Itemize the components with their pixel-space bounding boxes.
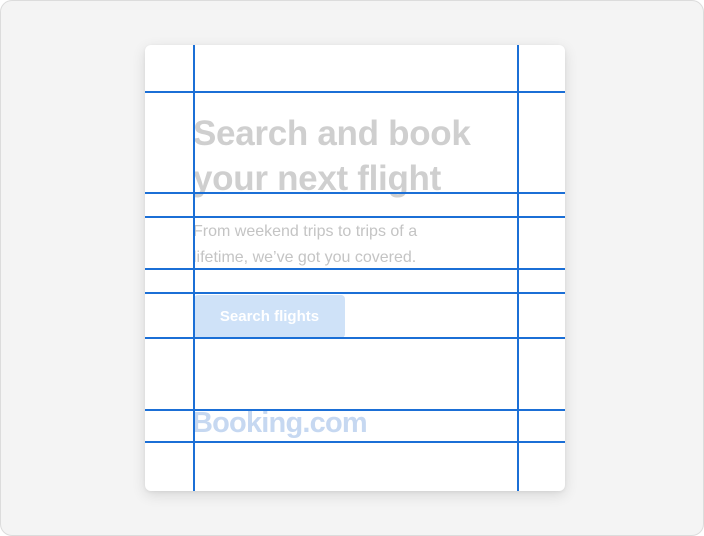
canvas-frame: Search and book your next flight From we… bbox=[0, 0, 704, 536]
guide-line-logo-bottom bbox=[145, 441, 565, 443]
guide-line-button-bottom bbox=[145, 337, 565, 339]
guide-line-top bbox=[145, 91, 565, 93]
search-flights-button[interactable]: Search flights bbox=[194, 295, 345, 338]
guide-line-button-top bbox=[145, 292, 565, 294]
flight-search-card: Search and book your next flight From we… bbox=[145, 45, 565, 491]
hero-subtitle: From weekend trips to trips of a lifetim… bbox=[193, 223, 418, 266]
guide-line-subtitle-top bbox=[145, 216, 565, 218]
guide-line-subtitle-bottom bbox=[145, 268, 565, 270]
hero-title: Search and book your next flight bbox=[193, 114, 471, 198]
guide-line-title-bottom bbox=[145, 192, 565, 194]
guide-line-logo-top bbox=[145, 409, 565, 411]
